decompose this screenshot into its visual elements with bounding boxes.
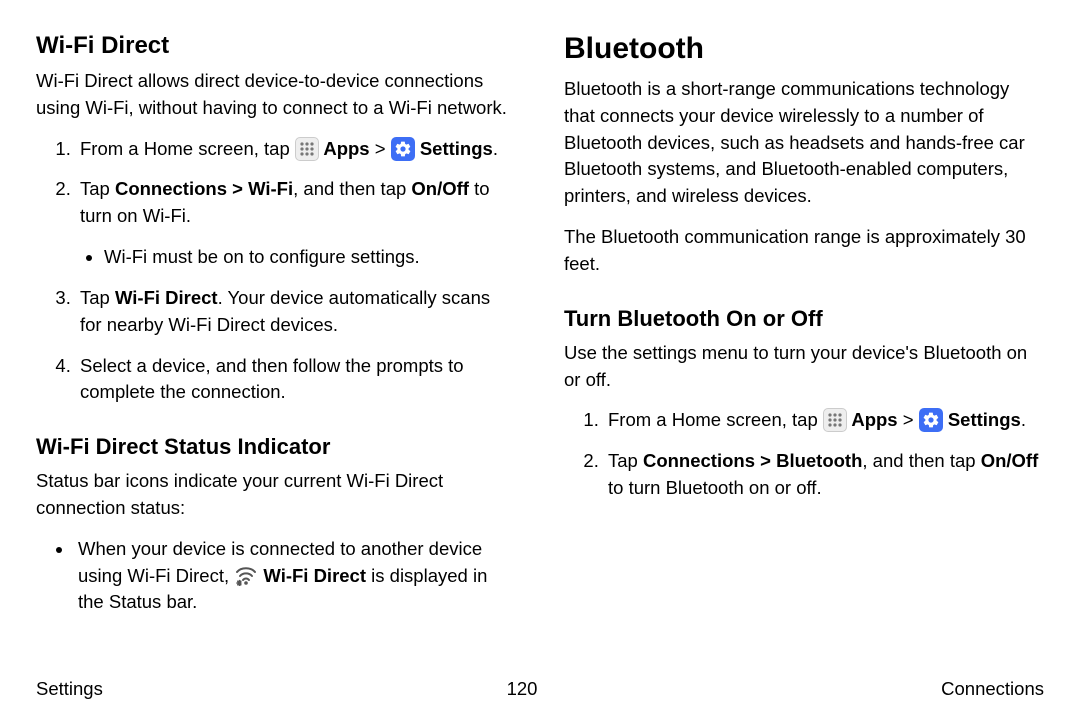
left-column: Wi-Fi Direct Wi-Fi Direct allows direct … — [36, 32, 516, 672]
footer-page-number: 120 — [507, 678, 538, 700]
heading-bluetooth: Bluetooth — [564, 32, 1044, 66]
apps-icon — [295, 137, 319, 161]
list-item: From a Home screen, tap Apps > Settings. — [604, 407, 1044, 434]
footer-left: Settings — [36, 678, 103, 700]
heading-wifi-direct: Wi-Fi Direct — [36, 32, 516, 60]
list-item: Select a device, and then follow the pro… — [76, 353, 516, 407]
wifi-direct-icon — [234, 564, 258, 586]
bluetooth-range: The Bluetooth communication range is app… — [564, 224, 1044, 278]
list-item: Tap Connections > Bluetooth, and then ta… — [604, 448, 1044, 502]
bluetooth-intro: Bluetooth is a short-range communication… — [564, 76, 1044, 210]
page-footer: Settings 120 Connections — [36, 678, 1044, 700]
settings-icon — [391, 137, 415, 161]
list-item: Tap Wi-Fi Direct. Your device automatica… — [76, 285, 516, 339]
list-item: From a Home screen, tap Apps > Settings. — [76, 136, 516, 163]
status-intro: Status bar icons indicate your current W… — [36, 468, 516, 522]
heading-turn-bluetooth: Turn Bluetooth On or Off — [564, 306, 1044, 332]
sub-list: Wi-Fi must be on to configure settings. — [80, 244, 516, 271]
settings-icon — [919, 408, 943, 432]
list-item: Tap Connections > Wi-Fi, and then tap On… — [76, 176, 516, 270]
apps-icon — [823, 408, 847, 432]
list-item: Wi-Fi must be on to configure settings. — [104, 244, 516, 271]
bluetooth-steps: From a Home screen, tap Apps > Settings.… — [564, 407, 1044, 501]
wifi-direct-intro: Wi-Fi Direct allows direct device-to-dev… — [36, 68, 516, 122]
list-item: When your device is connected to another… — [74, 536, 516, 616]
heading-status-indicator: Wi-Fi Direct Status Indicator — [36, 434, 516, 460]
wifi-direct-steps: From a Home screen, tap Apps > Settings.… — [36, 136, 516, 407]
status-bullets: When your device is connected to another… — [36, 536, 516, 616]
right-column: Bluetooth Bluetooth is a short-range com… — [564, 32, 1044, 672]
footer-right: Connections — [941, 678, 1044, 700]
turn-bluetooth-intro: Use the settings menu to turn your devic… — [564, 340, 1044, 394]
